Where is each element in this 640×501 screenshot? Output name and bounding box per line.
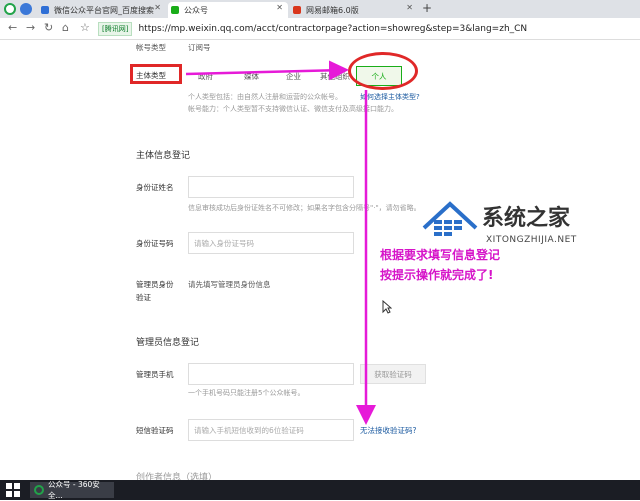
sms-help-link[interactable]: 无法接收验证码? <box>360 425 416 436</box>
secure-site-badge: [腾讯网] <box>98 22 133 36</box>
forward-arrow-icon[interactable]: → <box>26 21 35 34</box>
subject-option-enterprise[interactable]: 企业 <box>286 71 301 82</box>
get-code-button[interactable]: 获取验证码 <box>360 364 426 384</box>
registration-page: 帐号类型 订阅号 主体类型 政府 媒体 企业 其他组织 个人 个人类型包括：由自… <box>0 40 640 483</box>
tab-baidu-search[interactable]: 微信公众平台官网_百度搜索 ✕ <box>38 2 166 18</box>
id-name-label: 身份证姓名 <box>136 183 174 192</box>
highlight-circle <box>348 52 418 90</box>
id-name-hint: 信息审核成功后身份证姓名不可修改；如果名字包含分隔号"·"，请勿省略。 <box>188 204 421 212</box>
windows-start-icon[interactable] <box>6 483 20 497</box>
id-name-input[interactable] <box>188 176 354 198</box>
wechat-favicon-icon <box>171 6 179 14</box>
subject-option-media[interactable]: 媒体 <box>244 71 259 82</box>
subject-type-label: 主体类型 <box>136 71 166 80</box>
tab-netease-mail[interactable]: 网易邮箱6.0版 ✕ <box>290 2 418 18</box>
id-number-input[interactable]: 请输入身份证号码 <box>188 232 354 254</box>
close-tab-icon[interactable]: ✕ <box>276 3 283 12</box>
watermark-subtitle: XITONGZHIJIA.NET <box>486 235 577 245</box>
phone-hint: 一个手机号码只能注册5个公众帐号。 <box>188 389 305 397</box>
admin-identity-label-line1: 管理员身份 <box>136 280 174 289</box>
new-tab-button[interactable]: + <box>422 1 432 15</box>
account-type-label: 帐号类型 <box>136 43 166 52</box>
netease-favicon-icon <box>293 6 301 14</box>
tab-gongzhonghao[interactable]: 公众号 ✕ <box>168 2 288 18</box>
admin-info-section-title: 管理员信息登记 <box>136 338 200 348</box>
mouse-cursor-icon <box>382 300 392 314</box>
watermark-logo-icon <box>422 201 478 236</box>
sidebar-toggle-icon[interactable] <box>20 3 32 15</box>
refresh-icon[interactable]: ↻ <box>44 21 53 34</box>
url-text[interactable]: https://mp.weixin.qq.com/acct/contractor… <box>138 24 527 34</box>
personal-desc-1: 个人类型包括：由自然人注册和运营的公众帐号。 <box>188 93 342 101</box>
back-arrow-icon[interactable]: ← <box>8 21 17 34</box>
subject-option-government[interactable]: 政府 <box>198 71 213 82</box>
personal-desc-2: 帐号能力：个人类型暂不支持微信认证、微信支付及高级接口能力。 <box>188 105 398 113</box>
sms-code-label: 短信验证码 <box>136 426 174 435</box>
address-bar[interactable]: [腾讯网] https://mp.weixin.qq.com/acct/cont… <box>98 21 638 37</box>
browser-taskbar-icon <box>34 485 44 495</box>
taskbar: 公众号 - 360安全... <box>0 480 640 500</box>
sms-code-input[interactable]: 请输入手机短信收到的6位验证码 <box>188 419 354 441</box>
browser-toolbar: ← → ↻ ⌂ ☆ [腾讯网] https://mp.weixin.qq.com… <box>0 18 640 40</box>
close-tab-icon[interactable]: ✕ <box>406 3 413 12</box>
taskbar-browser-item[interactable]: 公众号 - 360安全... <box>30 480 114 500</box>
admin-phone-input[interactable] <box>188 363 354 385</box>
admin-phone-label: 管理员手机 <box>136 370 174 379</box>
close-tab-icon[interactable]: ✕ <box>154 3 161 12</box>
account-type-value: 订阅号 <box>188 43 211 52</box>
how-to-choose-subject-link[interactable]: 如何选择主体类型? <box>360 92 420 102</box>
browser-tab-bar: 微信公众平台官网_百度搜索 ✕ 公众号 ✕ 网易邮箱6.0版 ✕ + <box>0 0 640 18</box>
baidu-favicon-icon <box>41 6 49 14</box>
bookmark-star-icon[interactable]: ☆ <box>80 21 90 34</box>
id-number-label: 身份证号码 <box>136 239 174 248</box>
admin-identity-label-line2: 验证 <box>136 293 151 302</box>
browser-logo-icon[interactable] <box>4 3 16 15</box>
home-icon[interactable]: ⌂ <box>62 21 69 34</box>
annotation-line-2: 按提示操作就完成了! <box>380 268 494 282</box>
watermark-title: 系统之家 <box>482 206 571 231</box>
subject-info-section-title: 主体信息登记 <box>136 151 191 161</box>
admin-identity-value: 请先填写管理员身份信息 <box>188 280 271 289</box>
site-watermark: 系统之家 XITONGZHIJIA.NET <box>420 198 600 258</box>
subject-option-other-org[interactable]: 其他组织 <box>320 71 350 82</box>
